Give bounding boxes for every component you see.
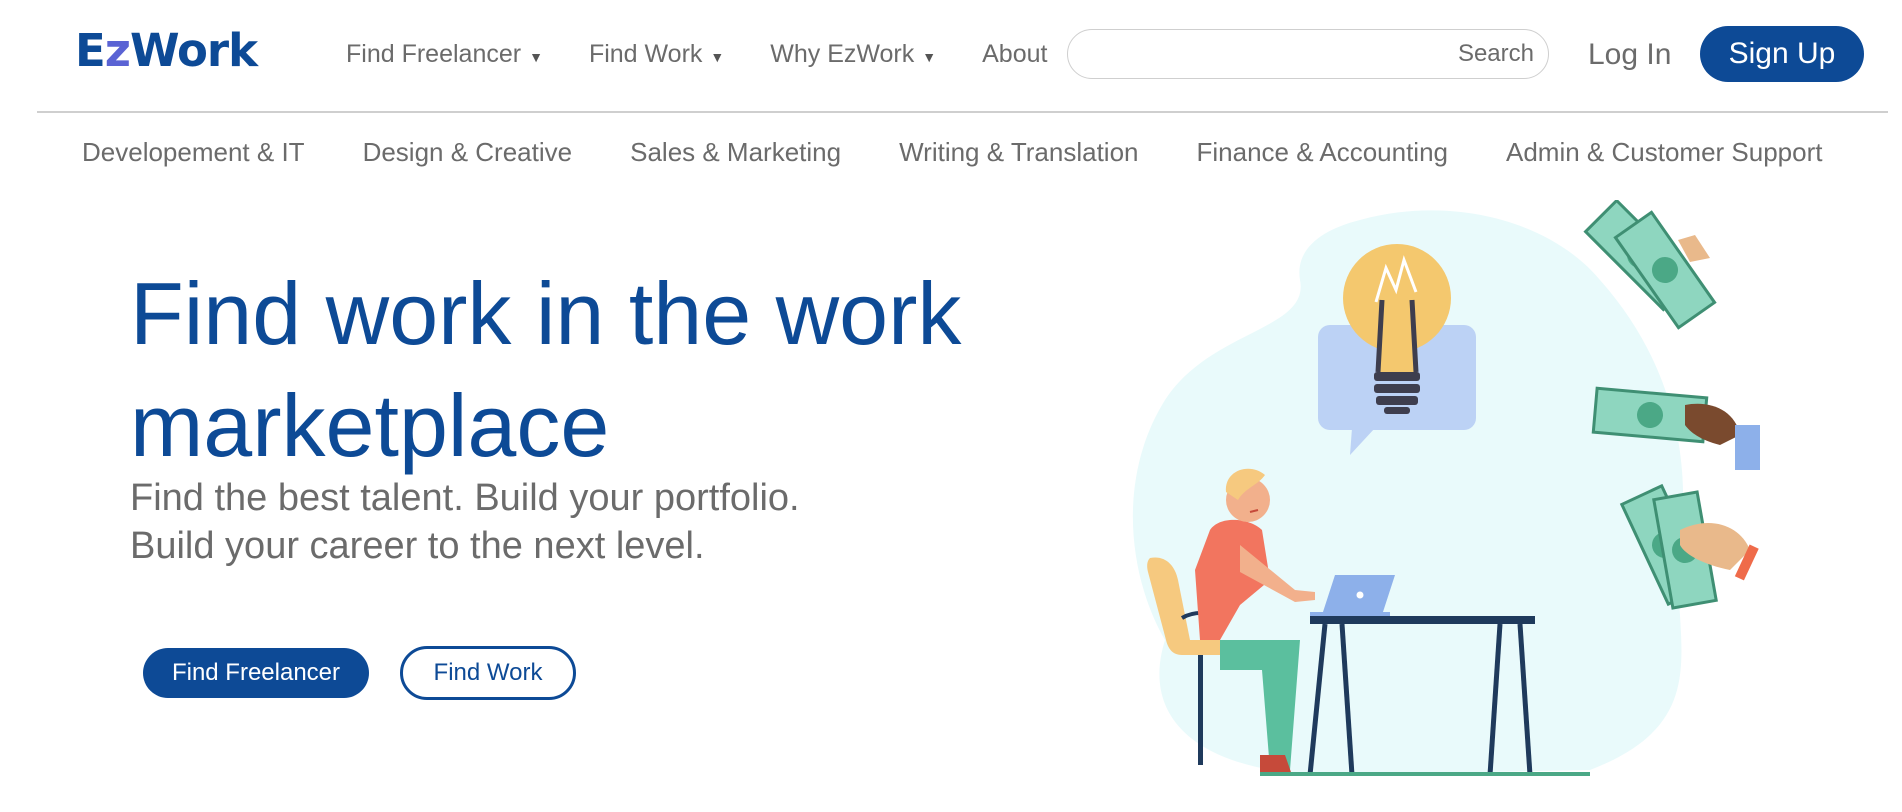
category-bar: Developement & IT Design & Creative Sale… — [82, 137, 1822, 168]
category-finance-accounting[interactable]: Finance & Accounting — [1197, 137, 1449, 168]
header-divider — [37, 111, 1888, 113]
category-design-creative[interactable]: Design & Creative — [363, 137, 573, 168]
hero-subtitle: Find the best talent. Build your portfol… — [130, 477, 800, 567]
signup-button[interactable]: Sign Up — [1700, 26, 1864, 82]
search-button[interactable]: Search — [1458, 40, 1534, 68]
chevron-down-icon: ▼ — [922, 48, 937, 65]
find-work-button[interactable]: Find Work — [400, 646, 576, 700]
nav-find-work[interactable]: Find Work ▼ — [589, 40, 724, 69]
hero-title: Find work in the work marketplace — [130, 264, 962, 475]
nav-find-freelancer[interactable]: Find Freelancer ▼ — [346, 40, 543, 69]
category-development-it[interactable]: Developement & IT — [82, 137, 305, 168]
site-header: EzWork Find Freelancer ▼ Find Work ▼ Why… — [0, 0, 1902, 112]
nav-label: Find Work — [588, 40, 703, 68]
hero-illustration — [1132, 200, 1760, 776]
main-nav: Find Freelancer ▼ Find Work ▼ Why EzWork… — [346, 40, 1047, 69]
ezwork-logo[interactable]: EzWork — [75, 24, 258, 77]
logo-letter-e: E — [75, 24, 106, 77]
category-admin-support[interactable]: Admin & Customer Support — [1506, 137, 1822, 168]
category-writing-translation[interactable]: Writing & Translation — [899, 137, 1138, 168]
search-input[interactable] — [1088, 33, 1458, 75]
nav-label: Why EzWork — [770, 40, 915, 68]
find-freelancer-button[interactable]: Find Freelancer — [143, 648, 369, 698]
nav-why-ezwork[interactable]: Why EzWork ▼ — [770, 40, 936, 69]
category-sales-marketing[interactable]: Sales & Marketing — [630, 137, 841, 168]
sleeve-middle — [1735, 425, 1760, 470]
login-link[interactable]: Log In — [1588, 38, 1671, 72]
logo-word-work: Work — [129, 24, 258, 77]
search-box: Search — [1067, 29, 1549, 79]
nav-about[interactable]: About — [982, 40, 1047, 69]
nav-label: Find Freelancer — [346, 40, 522, 68]
nav-label: About — [982, 40, 1048, 68]
logo-letter-z: z — [104, 24, 131, 77]
chevron-down-icon: ▼ — [529, 48, 543, 65]
chevron-down-icon: ▼ — [710, 48, 725, 65]
